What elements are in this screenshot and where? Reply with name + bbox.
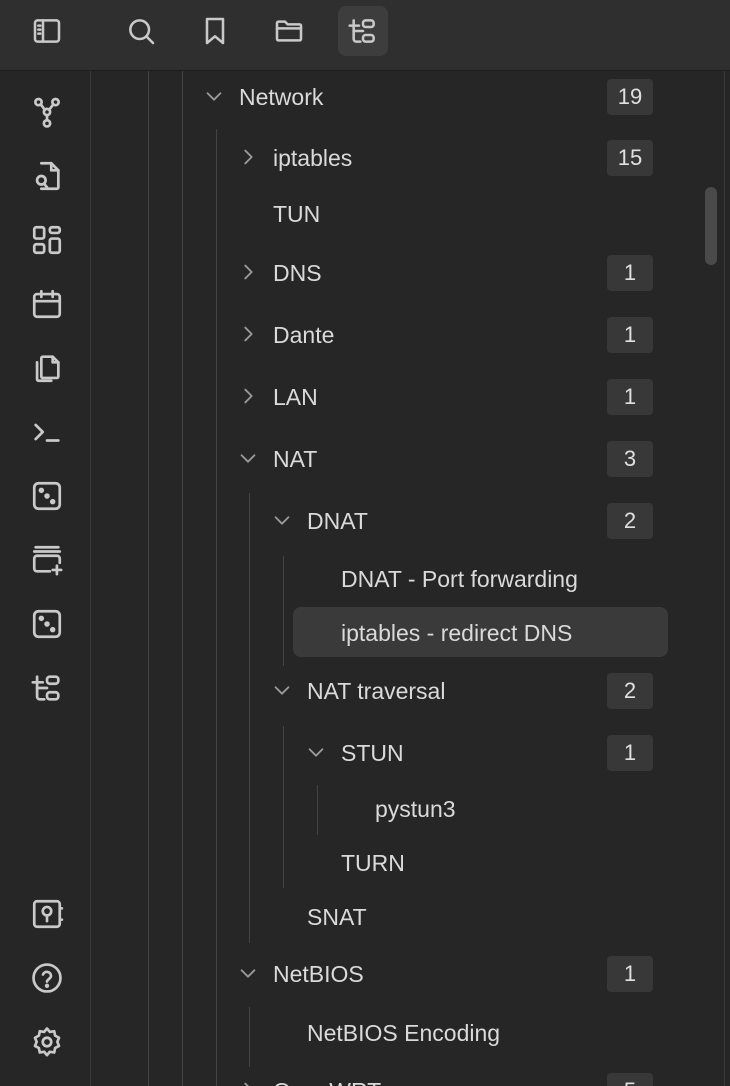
count-badge: 15 [607,140,653,176]
tree-item-label: Dante [273,322,335,348]
bookmark-icon[interactable] [190,6,240,56]
scrollbar-thumb[interactable] [705,187,717,265]
count-badge: 3 [607,441,653,477]
tree-item-label: OpenWRT [273,1078,381,1086]
tree-item-stun[interactable]: STUN 1 [91,729,671,777]
left-ribbon [0,71,91,1086]
dice-icon-2[interactable] [22,599,72,649]
sidebar-toggle-icon[interactable] [22,6,72,56]
search-icon[interactable] [116,6,166,56]
tree-item-label: NAT [273,446,318,472]
tree-item-lan[interactable]: LAN 1 [91,373,671,421]
tree-item-dnat[interactable]: DNAT 2 [91,497,671,545]
tree-item-label: NAT traversal [307,678,446,704]
count-badge: 1 [607,317,653,353]
count-badge: 5 [607,1073,653,1086]
tree-item-nat[interactable]: NAT 3 [91,435,671,483]
chevron-down-icon[interactable] [237,962,259,984]
count-badge: 1 [607,735,653,771]
chevron-down-icon[interactable] [271,509,293,531]
tree-item-snat[interactable]: SNAT [91,893,671,941]
chevron-right-icon[interactable] [237,261,259,283]
copy-icon[interactable] [22,343,72,393]
tree-item-network[interactable]: Network 19 [91,73,671,121]
count-badge: 19 [607,79,653,115]
chevron-right-icon[interactable] [237,385,259,407]
tree-item-label: Network [239,84,324,110]
tree-item-dns[interactable]: DNS 1 [91,249,671,297]
terminal-icon[interactable] [22,407,72,457]
tree-item-label: iptables [273,145,353,171]
chevron-right-icon[interactable] [237,146,259,168]
tree-item-dante[interactable]: Dante 1 [91,311,671,359]
chevron-down-icon[interactable] [305,741,327,763]
tree-item-label: NetBIOS [273,961,364,987]
chevron-right-icon[interactable] [237,323,259,345]
count-badge: 2 [607,673,653,709]
tree-item-label: LAN [273,384,318,410]
tree-item-label: iptables - redirect DNS [341,620,573,646]
chevron-down-icon[interactable] [237,447,259,469]
count-badge: 1 [607,379,653,415]
count-badge: 2 [607,503,653,539]
chevron-down-icon[interactable] [203,85,225,107]
tree-item-label: STUN [341,740,404,766]
tag-tree-icon[interactable] [338,6,388,56]
tree-item-label: DNS [273,260,322,286]
tree-item-openwrt[interactable]: OpenWRT 5 [91,1067,671,1086]
tree-item-tun[interactable]: TUN [91,190,671,238]
tree-item-label: TUN [273,201,321,227]
tree-item-label: DNAT [307,508,368,534]
tree-item-label: DNAT - Port forwarding [341,566,578,592]
settings-icon[interactable] [22,1017,72,1067]
tag-tree-pane: Network 19 iptables 15 TUN DNS 1 Dante 1… [91,71,730,1086]
graph-icon[interactable] [22,87,72,137]
pane-divider [724,71,725,1086]
count-badge: 1 [607,255,653,291]
folder-icon[interactable] [264,6,314,56]
tree-item-label: pystun3 [375,796,456,822]
tree-item-netbios[interactable]: NetBIOS 1 [91,950,671,998]
dice-icon[interactable] [22,471,72,521]
file-search-icon[interactable] [22,151,72,201]
tree-item-pystun3[interactable]: pystun3 [91,785,671,833]
app-window: Network 19 iptables 15 TUN DNS 1 Dante 1… [0,0,730,1086]
chevron-down-icon[interactable] [271,679,293,701]
tree-item-dnat-port-forwarding[interactable]: DNAT - Port forwarding [91,555,671,603]
tree-item-label: TURN [341,850,405,876]
dashboard-icon[interactable] [22,215,72,265]
count-badge: 1 [607,956,653,992]
add-card-icon[interactable] [22,535,72,585]
vault-icon[interactable] [22,889,72,939]
tree-item-iptables-redirect-dns[interactable]: iptables - redirect DNS [91,607,671,657]
tree-item-label: NetBIOS Encoding [307,1020,501,1046]
chevron-right-icon[interactable] [237,1079,259,1086]
tree-item-netbios-encoding[interactable]: NetBIOS Encoding [91,1009,671,1057]
top-toolbar [0,0,730,71]
calendar-icon[interactable] [22,279,72,329]
tree-item-iptables[interactable]: iptables 15 [91,134,671,182]
help-icon[interactable] [22,953,72,1003]
tag-tree-icon[interactable] [22,663,72,713]
tree-item-nat-traversal[interactable]: NAT traversal 2 [91,667,671,715]
tree-item-turn[interactable]: TURN [91,839,671,887]
tree-item-label: SNAT [307,904,367,930]
